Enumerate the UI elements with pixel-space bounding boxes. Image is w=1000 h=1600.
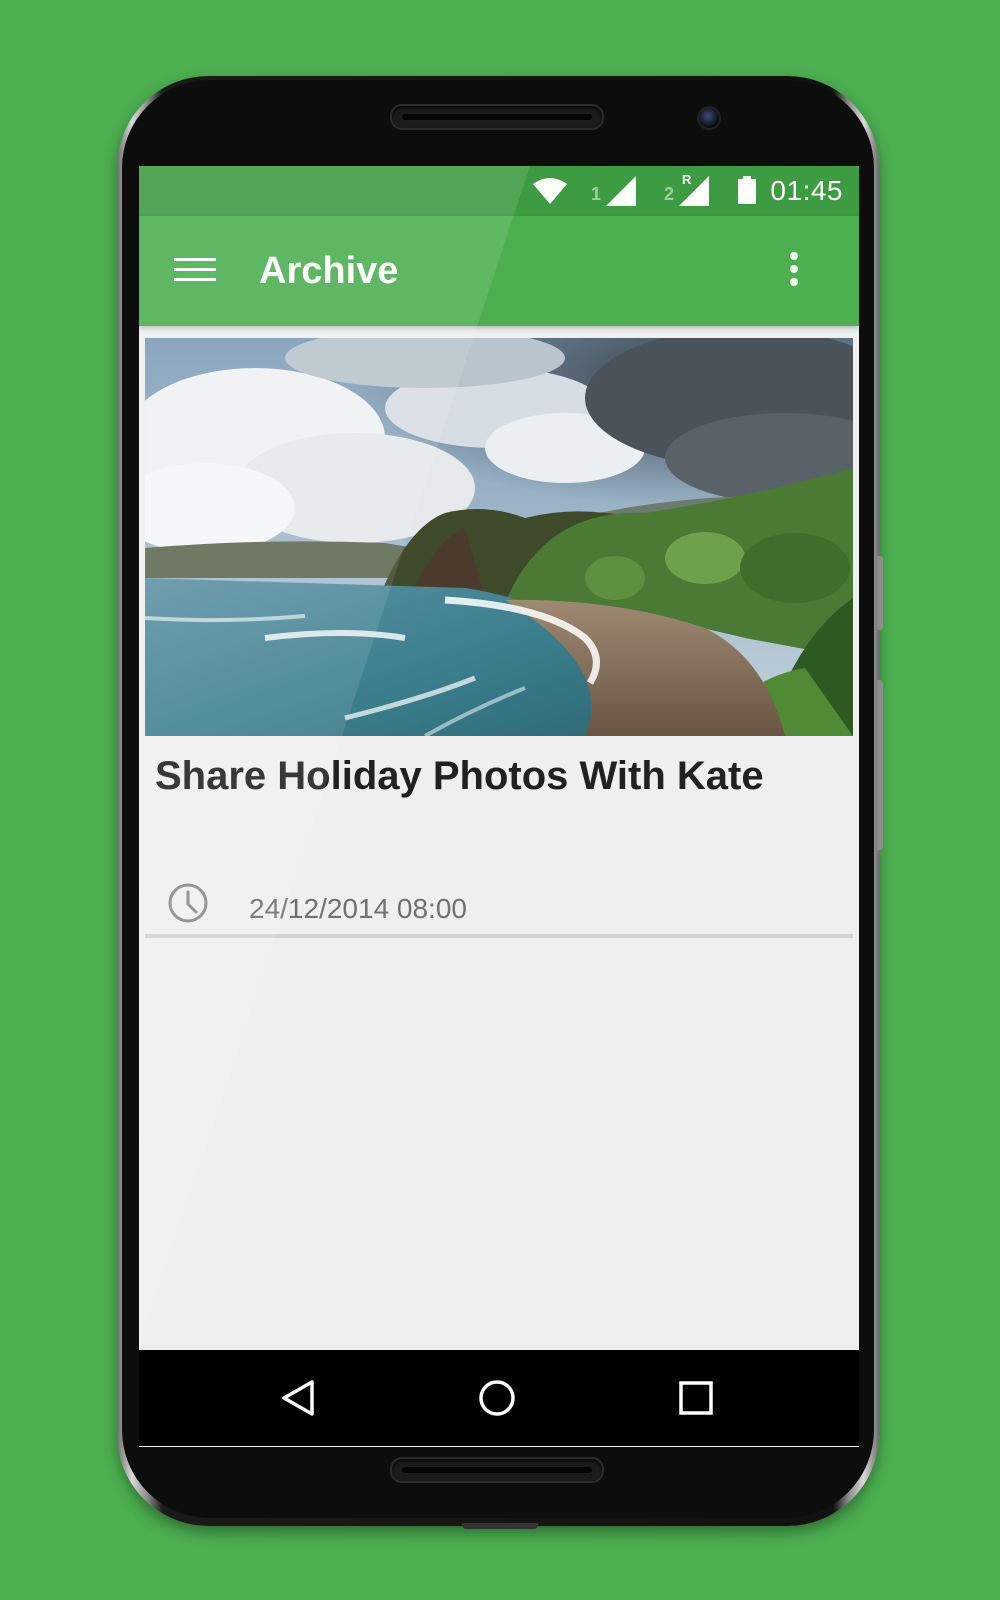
- status-bar: 1 2 R 01:45: [139, 166, 859, 216]
- back-icon[interactable]: [278, 1378, 318, 1418]
- recents-icon[interactable]: [676, 1378, 716, 1418]
- more-vert-icon[interactable]: [786, 252, 802, 292]
- phone-screen: 1 2 R 01:45 Archive Share Holiday Photos…: [139, 166, 859, 1447]
- signal-icon: [606, 176, 636, 206]
- card-date: 24/12/2014 08:00: [249, 893, 467, 924]
- signal-roaming-icon: [679, 176, 709, 206]
- sim2-label: 2: [664, 184, 675, 204]
- status-time: 01:45: [770, 175, 843, 206]
- volume-button[interactable]: [877, 680, 883, 850]
- sim1-label: 1: [591, 184, 602, 204]
- front-camera: [697, 106, 721, 130]
- navigation-bar: [139, 1350, 859, 1446]
- app-bar: Archive: [139, 216, 859, 326]
- hamburger-menu-icon[interactable]: [174, 258, 216, 284]
- stage: 1 2 R 01:45 Archive Share Holiday Photos…: [0, 0, 1000, 1600]
- power-button[interactable]: [877, 556, 883, 630]
- home-icon[interactable]: [477, 1378, 517, 1418]
- clock-icon: [168, 883, 208, 923]
- beach-landscape-photo: [145, 338, 853, 736]
- archive-card[interactable]: Share Holiday Photos With Kate 24/12/201…: [145, 338, 853, 938]
- wifi-icon: [533, 178, 567, 204]
- card-title: Share Holiday Photos With Kate: [155, 754, 764, 798]
- bottom-speaker: [390, 1457, 604, 1483]
- page-title: Archive: [259, 250, 399, 292]
- usb-connector: [462, 1523, 538, 1529]
- battery-icon: [738, 176, 756, 204]
- earpiece-speaker: [390, 104, 604, 130]
